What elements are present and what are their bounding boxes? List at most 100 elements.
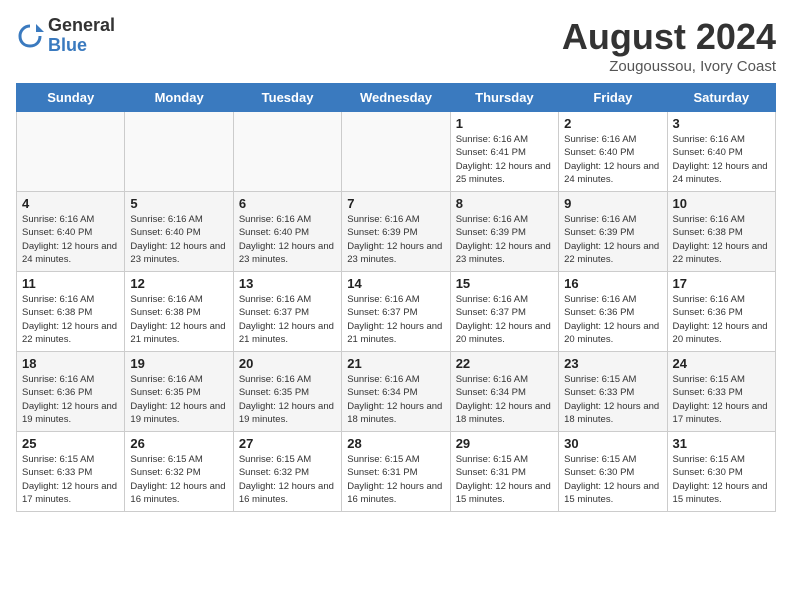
calendar-cell: 13Sunrise: 6:16 AM Sunset: 6:37 PM Dayli… <box>233 272 341 352</box>
day-info: Sunrise: 6:16 AM Sunset: 6:37 PM Dayligh… <box>347 293 444 346</box>
day-info: Sunrise: 6:16 AM Sunset: 6:36 PM Dayligh… <box>564 293 661 346</box>
day-number: 9 <box>564 196 661 211</box>
day-info: Sunrise: 6:16 AM Sunset: 6:38 PM Dayligh… <box>130 293 227 346</box>
day-info: Sunrise: 6:16 AM Sunset: 6:36 PM Dayligh… <box>673 293 770 346</box>
day-number: 25 <box>22 436 119 451</box>
calendar-cell: 18Sunrise: 6:16 AM Sunset: 6:36 PM Dayli… <box>17 352 125 432</box>
day-info: Sunrise: 6:15 AM Sunset: 6:33 PM Dayligh… <box>22 453 119 506</box>
calendar-cell: 25 Sunrise: 6:15 AM Sunset: 6:33 PM Dayli… <box>17 432 125 512</box>
header-thursday: Thursday <box>450 84 558 112</box>
calendar-cell: 2Sunrise: 6:16 AM Sunset: 6:40 PM Daylig… <box>559 112 667 192</box>
day-number: 7 <box>347 196 444 211</box>
calendar-week-1: 1 Sunrise: 6:16 AM Sunset: 6:41 PM Daylig… <box>17 112 776 192</box>
calendar-cell: 12 Sunrise: 6:16 AM Sunset: 6:38 PM Dayli… <box>125 272 233 352</box>
day-number: 6 <box>239 196 336 211</box>
day-number: 16 <box>564 276 661 291</box>
day-number: 17 <box>673 276 770 291</box>
calendar-cell: 11Sunrise: 6:16 AM Sunset: 6:38 PM Dayli… <box>17 272 125 352</box>
day-number: 11 <box>22 276 119 291</box>
day-info: Sunrise: 6:16 AM Sunset: 6:34 PM Dayligh… <box>347 373 444 426</box>
calendar-cell: 14 Sunrise: 6:16 AM Sunset: 6:37 PM Dayli… <box>342 272 450 352</box>
day-number: 15 <box>456 276 553 291</box>
calendar-cell <box>342 112 450 192</box>
calendar-cell: 22Sunrise: 6:16 AM Sunset: 6:34 PM Dayli… <box>450 352 558 432</box>
day-info: Sunrise: 6:16 AM Sunset: 6:40 PM Dayligh… <box>564 133 661 186</box>
day-number: 8 <box>456 196 553 211</box>
day-number: 10 <box>673 196 770 211</box>
calendar-title: August 2024 <box>562 16 776 58</box>
day-number: 18 <box>22 356 119 371</box>
day-info: Sunrise: 6:16 AM Sunset: 6:40 PM Dayligh… <box>239 213 336 266</box>
calendar-week-4: 18Sunrise: 6:16 AM Sunset: 6:36 PM Dayli… <box>17 352 776 432</box>
logo-icon <box>16 22 44 50</box>
day-number: 24 <box>673 356 770 371</box>
logo-text: General Blue <box>48 16 115 56</box>
day-number: 5 <box>130 196 227 211</box>
header-saturday: Saturday <box>667 84 775 112</box>
calendar-week-5: 25 Sunrise: 6:15 AM Sunset: 6:33 PM Dayli… <box>17 432 776 512</box>
calendar-cell: 3 Sunrise: 6:16 AM Sunset: 6:40 PM Daylig… <box>667 112 775 192</box>
day-number: 21 <box>347 356 444 371</box>
day-info: Sunrise: 6:15 AM Sunset: 6:30 PM Dayligh… <box>673 453 770 506</box>
logo-blue: Blue <box>48 35 87 55</box>
day-info: Sunrise: 6:15 AM Sunset: 6:33 PM Dayligh… <box>564 373 661 426</box>
calendar-cell: 7 Sunrise: 6:16 AM Sunset: 6:39 PM Daylig… <box>342 192 450 272</box>
day-header-row: Sunday Monday Tuesday Wednesday Thursday… <box>17 84 776 112</box>
day-info: Sunrise: 6:16 AM Sunset: 6:40 PM Dayligh… <box>673 133 770 186</box>
calendar-cell: 26Sunrise: 6:15 AM Sunset: 6:32 PM Dayli… <box>125 432 233 512</box>
day-number: 31 <box>673 436 770 451</box>
day-number: 26 <box>130 436 227 451</box>
day-info: Sunrise: 6:15 AM Sunset: 6:30 PM Dayligh… <box>564 453 661 506</box>
day-info: Sunrise: 6:16 AM Sunset: 6:39 PM Dayligh… <box>347 213 444 266</box>
day-info: Sunrise: 6:16 AM Sunset: 6:40 PM Dayligh… <box>22 213 119 266</box>
day-info: Sunrise: 6:16 AM Sunset: 6:39 PM Dayligh… <box>456 213 553 266</box>
day-info: Sunrise: 6:16 AM Sunset: 6:38 PM Dayligh… <box>673 213 770 266</box>
day-info: Sunrise: 6:15 AM Sunset: 6:31 PM Dayligh… <box>347 453 444 506</box>
day-info: Sunrise: 6:16 AM Sunset: 6:35 PM Dayligh… <box>239 373 336 426</box>
calendar-subtitle: Zougoussou, Ivory Coast <box>562 58 776 75</box>
logo-general: General <box>48 15 115 35</box>
day-number: 27 <box>239 436 336 451</box>
day-info: Sunrise: 6:15 AM Sunset: 6:33 PM Dayligh… <box>673 373 770 426</box>
day-number: 3 <box>673 116 770 131</box>
day-info: Sunrise: 6:16 AM Sunset: 6:35 PM Dayligh… <box>130 373 227 426</box>
header-wednesday: Wednesday <box>342 84 450 112</box>
day-number: 1 <box>456 116 553 131</box>
calendar-cell: 16 Sunrise: 6:16 AM Sunset: 6:36 PM Dayli… <box>559 272 667 352</box>
calendar-cell: 19 Sunrise: 6:16 AM Sunset: 6:35 PM Dayli… <box>125 352 233 432</box>
logo: General Blue <box>16 16 115 56</box>
calendar-cell: 5 Sunrise: 6:16 AM Sunset: 6:40 PM Daylig… <box>125 192 233 272</box>
calendar-cell: 1 Sunrise: 6:16 AM Sunset: 6:41 PM Daylig… <box>450 112 558 192</box>
day-number: 29 <box>456 436 553 451</box>
calendar-cell: 30 Sunrise: 6:15 AM Sunset: 6:30 PM Dayli… <box>559 432 667 512</box>
day-number: 14 <box>347 276 444 291</box>
calendar-table: Sunday Monday Tuesday Wednesday Thursday… <box>16 83 776 512</box>
header: General Blue August 2024 Zougoussou, Ivo… <box>16 16 776 75</box>
day-info: Sunrise: 6:16 AM Sunset: 6:34 PM Dayligh… <box>456 373 553 426</box>
day-info: Sunrise: 6:15 AM Sunset: 6:32 PM Dayligh… <box>239 453 336 506</box>
day-info: Sunrise: 6:16 AM Sunset: 6:39 PM Dayligh… <box>564 213 661 266</box>
calendar-week-3: 11 Sunrise: 6:16 AM Sunset: 6:38 PM Dayli… <box>17 272 776 352</box>
day-info: Sunrise: 6:16 AM Sunset: 6:37 PM Dayligh… <box>239 293 336 346</box>
day-number: 12 <box>130 276 227 291</box>
calendar-cell: 4Sunrise: 6:16 AM Sunset: 6:40 PM Daylig… <box>17 192 125 272</box>
day-info: Sunrise: 6:16 AM Sunset: 6:41 PM Dayligh… <box>456 133 553 186</box>
calendar-cell: 28Sunrise: 6:15 AM Sunset: 6:31 PM Dayli… <box>342 432 450 512</box>
day-number: 20 <box>239 356 336 371</box>
calendar-cell: 9 Sunrise: 6:16 AM Sunset: 6:39 PM Daylig… <box>559 192 667 272</box>
calendar-cell: 21 Sunrise: 6:16 AM Sunset: 6:34 PM Dayli… <box>342 352 450 432</box>
day-info: Sunrise: 6:16 AM Sunset: 6:37 PM Dayligh… <box>456 293 553 346</box>
day-info: Sunrise: 6:16 AM Sunset: 6:40 PM Dayligh… <box>130 213 227 266</box>
calendar-cell: 15 Sunrise: 6:16 AM Sunset: 6:37 PM Dayli… <box>450 272 558 352</box>
day-number: 30 <box>564 436 661 451</box>
calendar-cell: 31 Sunrise: 6:15 AM Sunset: 6:30 PM Dayli… <box>667 432 775 512</box>
header-monday: Monday <box>125 84 233 112</box>
calendar-cell: 17 Sunrise: 6:16 AM Sunset: 6:36 PM Dayli… <box>667 272 775 352</box>
day-info: Sunrise: 6:15 AM Sunset: 6:31 PM Dayligh… <box>456 453 553 506</box>
header-friday: Friday <box>559 84 667 112</box>
day-number: 19 <box>130 356 227 371</box>
calendar-cell: 10 Sunrise: 6:16 AM Sunset: 6:38 PM Dayli… <box>667 192 775 272</box>
calendar-cell: 24 Sunrise: 6:15 AM Sunset: 6:33 PM Dayli… <box>667 352 775 432</box>
calendar-cell: 6 Sunrise: 6:16 AM Sunset: 6:40 PM Daylig… <box>233 192 341 272</box>
calendar-cell: 29 Sunrise: 6:15 AM Sunset: 6:31 PM Dayli… <box>450 432 558 512</box>
